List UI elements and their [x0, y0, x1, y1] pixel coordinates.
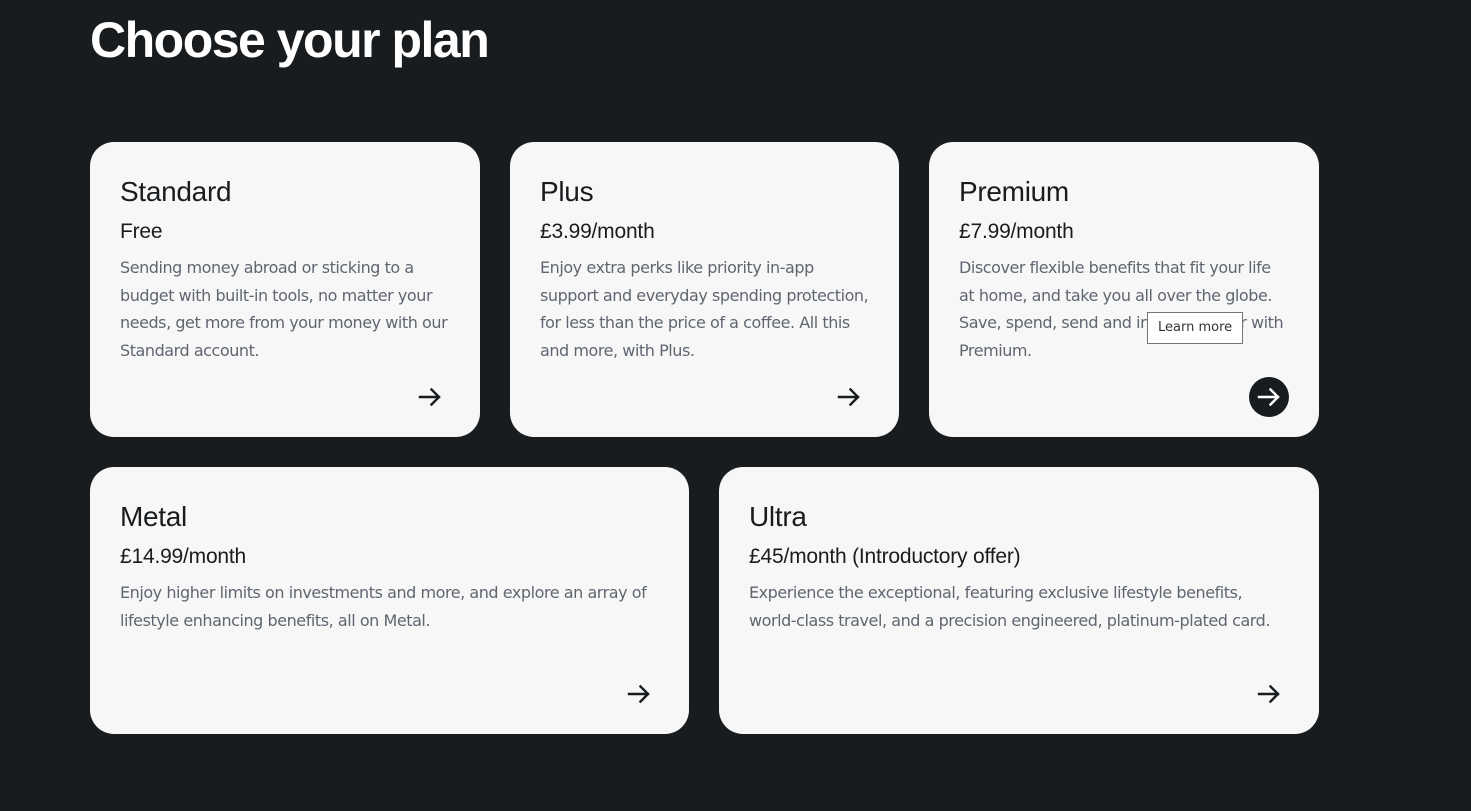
plan-price: £3.99/month [540, 220, 655, 243]
plan-price: Free [120, 220, 163, 243]
plan-name: Plus [540, 176, 594, 207]
plan-card-premium[interactable]: Premium £7.99/month Discover flexible be… [929, 142, 1319, 437]
plan-price: £45/month (Introductory offer) [749, 545, 1021, 568]
plan-price: £14.99/month [120, 545, 247, 568]
plan-name: Premium [959, 176, 1069, 207]
plan-description: Sending money abroad or sticking to a bu… [120, 258, 448, 360]
plan-description: Experience the exceptional, featuring ex… [749, 583, 1270, 630]
arrow-right-icon [418, 387, 441, 407]
plan-card-ultra[interactable]: Ultra £45/month (Introductory offer) Exp… [719, 467, 1319, 734]
plan-card-standard[interactable]: Standard Free Sending money abroad or st… [90, 142, 480, 437]
plan-standard-arrow-button[interactable] [410, 377, 450, 417]
plan-name: Metal [120, 501, 187, 532]
page-title: Choose your plan [90, 12, 490, 68]
plan-description: Enjoy extra perks like priority in-app s… [540, 258, 869, 360]
learn-more-tooltip: Learn more [1147, 312, 1244, 344]
arrow-right-icon [1257, 387, 1280, 407]
plan-ultra-arrow-button[interactable] [1249, 674, 1289, 714]
plan-description: Discover flexible benefits that fit your… [959, 258, 1284, 360]
plan-plus-arrow-button[interactable] [829, 377, 869, 417]
plan-premium-arrow-button[interactable] [1249, 377, 1289, 417]
arrow-right-icon [627, 684, 650, 704]
plan-name: Standard [120, 176, 232, 207]
plan-card-metal[interactable]: Metal £14.99/month Enjoy higher limits o… [90, 467, 689, 734]
plan-name: Ultra [749, 501, 807, 532]
plan-metal-arrow-button[interactable] [619, 674, 659, 714]
plan-price: £7.99/month [959, 220, 1074, 243]
plan-description: Enjoy higher limits on investments and m… [120, 583, 647, 630]
arrow-right-icon [837, 387, 860, 407]
plan-card-plus[interactable]: Plus £3.99/month Enjoy extra perks like … [510, 142, 899, 437]
arrow-right-icon [1257, 684, 1280, 704]
